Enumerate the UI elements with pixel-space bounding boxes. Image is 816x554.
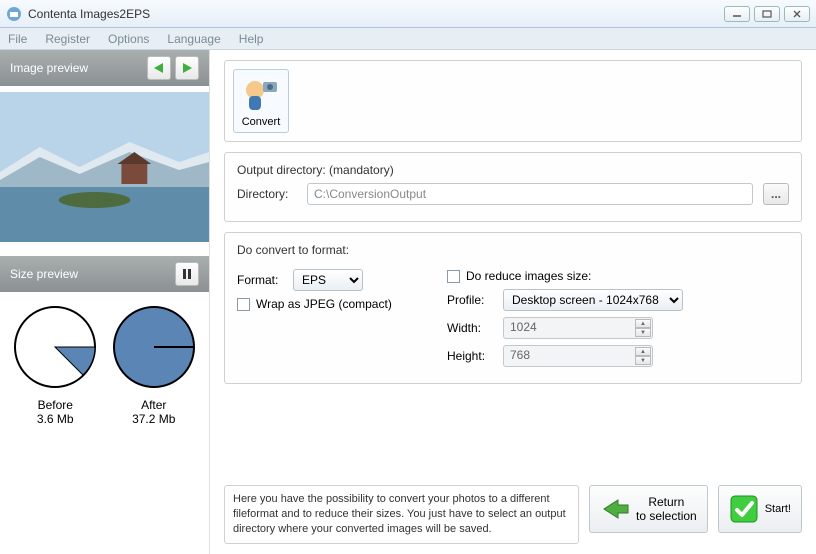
spin-down-icon[interactable]: ▼ bbox=[635, 356, 651, 365]
wrap-jpeg-label: Wrap as JPEG (compact) bbox=[256, 297, 392, 311]
before-label: Before bbox=[12, 398, 98, 412]
spin-up-icon[interactable]: ▲ bbox=[635, 347, 651, 356]
width-label: Width: bbox=[447, 321, 495, 335]
spin-up-icon[interactable]: ▲ bbox=[635, 319, 651, 328]
size-preview-header: Size preview bbox=[0, 256, 209, 292]
mode-toolbar: Convert bbox=[224, 60, 802, 142]
output-group: Output directory: (mandatory) Directory:… bbox=[224, 152, 802, 222]
size-preview-label: Size preview bbox=[10, 267, 78, 281]
pause-button[interactable] bbox=[175, 262, 199, 286]
width-input[interactable]: 1024▲▼ bbox=[503, 317, 653, 339]
after-pie-icon bbox=[111, 304, 197, 390]
convert-mode-label: Convert bbox=[242, 116, 281, 128]
prev-image-button[interactable] bbox=[147, 56, 171, 80]
next-image-button[interactable] bbox=[175, 56, 199, 80]
profile-select[interactable]: Desktop screen - 1024x768 bbox=[503, 289, 683, 311]
spin-down-icon[interactable]: ▼ bbox=[635, 328, 651, 337]
after-block: After 37.2 Mb bbox=[111, 398, 197, 426]
window-title: Contenta Images2EPS bbox=[28, 7, 724, 21]
profile-label: Profile: bbox=[447, 293, 495, 307]
before-value: 3.6 Mb bbox=[12, 412, 98, 426]
image-preview-header: Image preview bbox=[0, 50, 209, 86]
height-input[interactable]: 768▲▼ bbox=[503, 345, 653, 367]
checkbox-icon bbox=[237, 298, 250, 311]
format-select[interactable]: EPS bbox=[293, 269, 363, 291]
convert-mode-button[interactable]: Convert bbox=[233, 69, 289, 133]
titlebar: Contenta Images2EPS bbox=[0, 0, 816, 28]
reduce-size-checkbox[interactable]: Do reduce images size: bbox=[447, 269, 789, 283]
menu-register[interactable]: Register bbox=[45, 32, 90, 46]
help-text: Here you have the possibility to convert… bbox=[224, 485, 579, 544]
directory-label: Directory: bbox=[237, 187, 297, 201]
arrow-left-icon bbox=[600, 497, 630, 521]
close-button[interactable] bbox=[784, 6, 810, 22]
before-block: Before 3.6 Mb bbox=[12, 398, 98, 426]
convert-icon bbox=[241, 74, 281, 114]
content: Convert Output directory: (mandatory) Di… bbox=[210, 50, 816, 554]
menu-help[interactable]: Help bbox=[239, 32, 264, 46]
height-label: Height: bbox=[447, 349, 495, 363]
minimize-button[interactable] bbox=[724, 6, 750, 22]
menu-options[interactable]: Options bbox=[108, 32, 149, 46]
menu-file[interactable]: File bbox=[8, 32, 27, 46]
before-pie-icon bbox=[12, 304, 98, 390]
directory-input[interactable] bbox=[307, 183, 753, 205]
maximize-button[interactable] bbox=[754, 6, 780, 22]
after-value: 37.2 Mb bbox=[111, 412, 197, 426]
checkbox-icon bbox=[447, 270, 460, 283]
format-label: Format: bbox=[237, 273, 285, 287]
menu-language[interactable]: Language bbox=[167, 32, 220, 46]
app-icon bbox=[6, 6, 22, 22]
format-group-label: Do convert to format: bbox=[237, 243, 789, 257]
browse-button[interactable]: ... bbox=[763, 183, 789, 205]
output-group-label: Output directory: (mandatory) bbox=[237, 163, 789, 177]
preview-image bbox=[0, 92, 209, 242]
return-button[interactable]: Returnto selection bbox=[589, 485, 708, 533]
image-preview-label: Image preview bbox=[10, 61, 88, 75]
format-group: Do convert to format: Format: EPS Wrap a… bbox=[224, 232, 802, 384]
reduce-size-label: Do reduce images size: bbox=[466, 269, 591, 283]
menubar: File Register Options Language Help bbox=[0, 28, 816, 50]
sidebar: Image preview Size preview bbox=[0, 50, 210, 554]
after-label: After bbox=[111, 398, 197, 412]
checkmark-icon bbox=[729, 494, 759, 524]
start-button[interactable]: Start! bbox=[718, 485, 802, 533]
wrap-jpeg-checkbox[interactable]: Wrap as JPEG (compact) bbox=[237, 297, 427, 311]
